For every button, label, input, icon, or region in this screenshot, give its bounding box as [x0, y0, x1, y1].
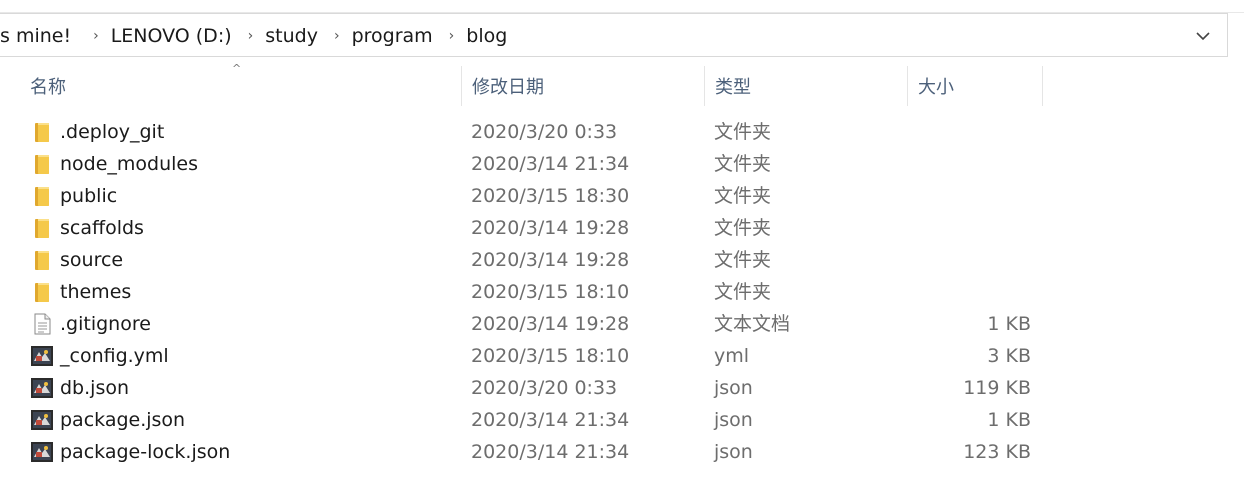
address-bar[interactable]: s mine! › LENOVO (D:) › study › program …	[0, 13, 1228, 57]
file-modified-date: 2020/3/14 19:28	[471, 217, 630, 239]
file-name: db.json	[60, 377, 130, 399]
column-header-row: 名称 修改日期 类型 大小	[0, 66, 1244, 106]
file-row[interactable]: db.json 2020/3/20 0:33 json 119 KB	[0, 372, 1244, 404]
file-name: source	[60, 249, 124, 271]
chevron-right-icon[interactable]: ›	[439, 28, 461, 44]
app-file-icon	[31, 410, 53, 430]
folder-icon	[35, 155, 49, 174]
file-row[interactable]: node_modules 2020/3/14 21:34 文件夹	[0, 148, 1244, 180]
breadcrumb-item-this-pc[interactable]: s mine!	[0, 25, 83, 47]
file-type: 文件夹	[714, 121, 772, 143]
file-modified-date: 2020/3/14 21:34	[471, 441, 630, 463]
file-modified-date: 2020/3/14 21:34	[471, 409, 630, 431]
file-name: scaffolds	[60, 217, 144, 239]
file-row[interactable]: scaffolds 2020/3/14 19:28 文件夹	[0, 212, 1244, 244]
file-size	[910, 180, 1031, 212]
file-name: themes	[60, 281, 132, 303]
breadcrumb: s mine! › LENOVO (D:) › study › program …	[0, 14, 513, 58]
folder-icon	[35, 219, 49, 238]
file-row[interactable]: themes 2020/3/15 18:10 文件夹	[0, 276, 1244, 308]
file-name: .deploy_git	[60, 121, 165, 143]
file-type: 文件夹	[714, 281, 772, 303]
file-type: 文件夹	[714, 153, 772, 175]
file-modified-date: 2020/3/20 0:33	[471, 121, 618, 143]
file-name: package-lock.json	[60, 441, 231, 463]
app-file-icon	[31, 346, 53, 366]
file-type: json	[714, 441, 753, 463]
file-row[interactable]: .gitignore 2020/3/14 19:28 文本文档 1 KB	[0, 308, 1244, 340]
folder-icon	[35, 251, 49, 270]
file-list: .deploy_git 2020/3/20 0:33 文件夹 node_modules…	[0, 116, 1244, 468]
breadcrumb-item-drive[interactable]: LENOVO (D:)	[105, 25, 238, 47]
chevron-right-icon[interactable]: ›	[324, 28, 346, 44]
chevron-down-icon	[1196, 32, 1210, 41]
file-size	[910, 276, 1031, 308]
chevron-right-icon[interactable]: ›	[238, 28, 260, 44]
file-size: 119 KB	[963, 377, 1031, 399]
file-row[interactable]: package-lock.json 2020/3/14 21:34 json 123 …	[0, 436, 1244, 468]
file-modified-date: 2020/3/14 19:28	[471, 313, 630, 335]
folder-icon	[35, 187, 49, 206]
file-name: .gitignore	[60, 313, 151, 335]
file-size	[910, 244, 1031, 276]
column-header-type[interactable]: 类型	[705, 66, 907, 106]
column-header-date[interactable]: 修改日期	[462, 66, 704, 106]
file-row[interactable]: .deploy_git 2020/3/20 0:33 文件夹	[0, 116, 1244, 148]
breadcrumb-item-blog[interactable]: blog	[460, 25, 513, 47]
file-type: 文件夹	[714, 249, 772, 271]
file-size	[910, 116, 1031, 148]
file-name: node_modules	[60, 153, 199, 175]
file-modified-date: 2020/3/14 21:34	[471, 153, 630, 175]
chevron-right-icon[interactable]: ›	[83, 28, 105, 44]
column-header-size[interactable]: 大小	[908, 66, 1042, 106]
address-history-dropdown[interactable]	[1191, 24, 1215, 48]
file-name: package.json	[60, 409, 186, 431]
file-size	[910, 212, 1031, 244]
file-modified-date: 2020/3/15 18:30	[471, 185, 630, 207]
column-header-name[interactable]: 名称	[20, 66, 461, 106]
app-file-icon	[31, 378, 53, 398]
title-strip	[0, 0, 1244, 13]
file-modified-date: 2020/3/20 0:33	[471, 377, 618, 399]
file-name: public	[60, 185, 118, 207]
file-row[interactable]: source 2020/3/14 19:28 文件夹	[0, 244, 1244, 276]
file-type: 文本文档	[714, 313, 791, 335]
file-modified-date: 2020/3/14 19:28	[471, 249, 630, 271]
file-size: 1 KB	[987, 313, 1031, 335]
file-size: 1 KB	[987, 409, 1031, 431]
text-file-icon	[34, 313, 51, 335]
file-type: 文件夹	[714, 185, 772, 207]
file-size: 123 KB	[963, 441, 1031, 463]
file-row[interactable]: package.json 2020/3/14 21:34 json 1 KB	[0, 404, 1244, 436]
file-name: _config.yml	[60, 345, 169, 367]
column-divider[interactable]	[1042, 66, 1043, 106]
file-explorer-window: s mine! › LENOVO (D:) › study › program …	[0, 0, 1244, 504]
file-modified-date: 2020/3/15 18:10	[471, 281, 630, 303]
file-size: 3 KB	[987, 345, 1031, 367]
file-type: json	[714, 377, 753, 399]
file-size	[910, 148, 1031, 180]
file-row[interactable]: public 2020/3/15 18:30 文件夹	[0, 180, 1244, 212]
folder-icon	[35, 123, 49, 142]
breadcrumb-item-study[interactable]: study	[259, 25, 324, 47]
file-type: 文件夹	[714, 217, 772, 239]
breadcrumb-item-program[interactable]: program	[346, 25, 439, 47]
file-type: json	[714, 409, 753, 431]
app-file-icon	[31, 442, 53, 462]
file-type: yml	[714, 345, 750, 367]
file-row[interactable]: _config.yml 2020/3/15 18:10 yml 3 KB	[0, 340, 1244, 372]
file-modified-date: 2020/3/15 18:10	[471, 345, 630, 367]
folder-icon	[35, 283, 49, 302]
